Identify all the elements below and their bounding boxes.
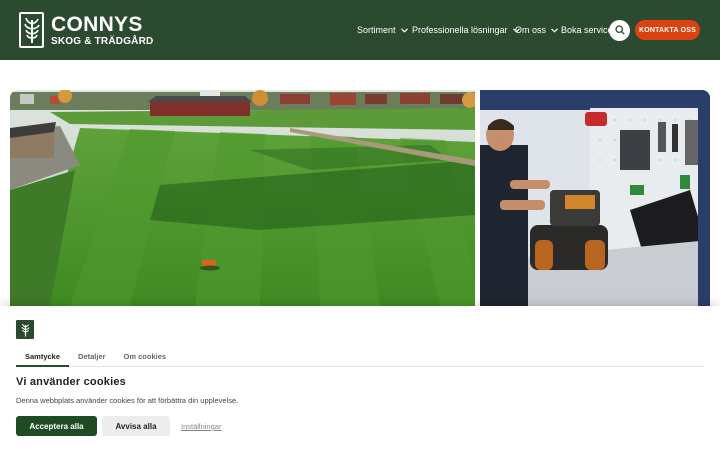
- cookie-title: Vi använder cookies: [16, 376, 126, 388]
- logo-name: CONNYS: [51, 12, 143, 36]
- search-button[interactable]: [609, 20, 630, 41]
- site-logo[interactable]: CONNYS SKOG & TRÄDGÅRD: [19, 12, 153, 48]
- cookie-tabs: Samtycke Detaljer Om cookies: [16, 348, 704, 367]
- tree-logo-icon: [19, 12, 44, 48]
- nav-item-label: Sortiment: [357, 25, 396, 35]
- tab-detaljer[interactable]: Detaljer: [69, 348, 115, 367]
- chevron-down-icon: [400, 25, 408, 35]
- logo-tagline: SKOG & TRÄDGÅRD: [51, 35, 154, 47]
- site-header: CONNYS SKOG & TRÄDGÅRD Sortiment Profess…: [0, 0, 720, 60]
- cookie-description: Denna webbplats använder cookies för att…: [16, 396, 239, 405]
- nav-item-professionella-losningar[interactable]: Professionella lösningar: [412, 0, 520, 60]
- nav-item-boka-service[interactable]: Boka service: [561, 0, 613, 60]
- nav-item-om-oss[interactable]: Om oss: [515, 0, 558, 60]
- tab-samtycke[interactable]: Samtycke: [16, 348, 70, 367]
- reject-all-button[interactable]: Avvisa alla: [102, 416, 170, 436]
- nav-item-label: Om oss: [515, 25, 547, 35]
- chevron-down-icon: [551, 25, 558, 35]
- nav-item-label: Boka service: [561, 25, 613, 35]
- nav-item-sortiment[interactable]: Sortiment: [357, 0, 408, 60]
- contact-button[interactable]: KONTAKTA OSS: [635, 20, 700, 40]
- accept-all-button[interactable]: Acceptera alla: [16, 416, 97, 436]
- cookie-settings-link[interactable]: Inställningar: [181, 422, 221, 431]
- tree-logo-icon: [16, 320, 34, 339]
- nav-item-label: Professionella lösningar: [412, 25, 508, 35]
- tab-om-cookies[interactable]: Om cookies: [115, 348, 176, 367]
- football-field-robot-mower-photo: [10, 90, 475, 306]
- cookie-consent-banner: Samtycke Detaljer Om cookies Vi använder…: [0, 306, 720, 450]
- search-icon: [614, 22, 625, 40]
- technician-servicing-robot-mower-photo: [480, 90, 710, 306]
